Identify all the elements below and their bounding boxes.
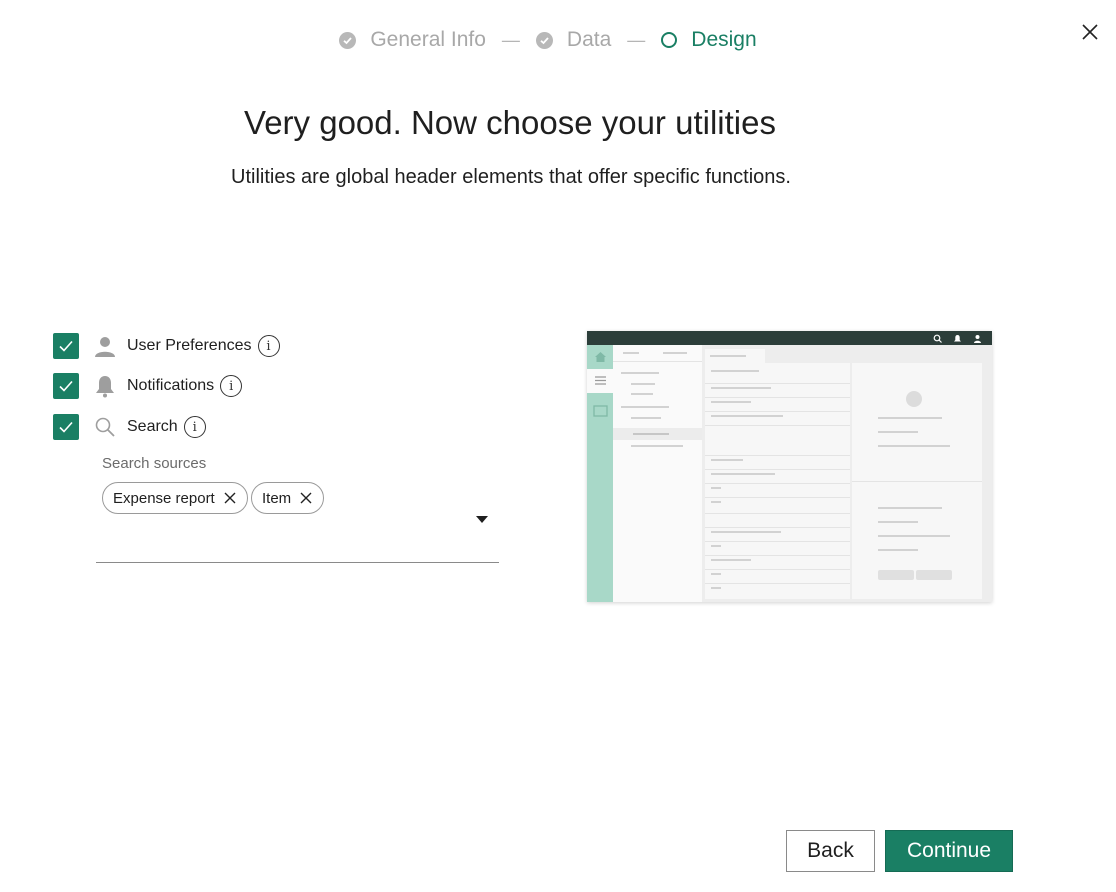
utility-notifications: Notifications i — [53, 373, 243, 399]
back-button[interactable]: Back — [786, 830, 875, 872]
search-sources-label: Search sources — [102, 455, 207, 472]
info-icon[interactable]: i — [183, 416, 206, 438]
utility-label: Notifications — [127, 377, 215, 394]
search-checkbox[interactable] — [53, 414, 79, 440]
utility-label: User Preferences — [127, 337, 252, 354]
utility-search: Search i — [53, 414, 206, 440]
close-icon[interactable] — [223, 491, 237, 505]
preview-header-bar — [587, 331, 992, 345]
step-general-info: General Info — [339, 28, 486, 52]
notifications-checkbox[interactable] — [53, 373, 79, 399]
utility-user-preferences: User Preferences i — [53, 333, 280, 359]
chip-label: Expense report — [113, 489, 215, 507]
step-separator: — — [627, 29, 646, 50]
home-icon — [595, 352, 606, 362]
page-subtitle: Utilities are global header elements tha… — [231, 166, 791, 188]
inbox-icon — [593, 405, 608, 417]
continue-button[interactable]: Continue — [885, 830, 1013, 872]
preview-list — [705, 363, 850, 599]
preview-tab — [705, 349, 765, 363]
step-label: Design — [691, 28, 757, 51]
step-separator: — — [501, 29, 520, 50]
bell-icon — [93, 374, 117, 398]
user-icon — [93, 334, 117, 358]
check-circle-icon — [339, 31, 357, 49]
chip-label: Item — [262, 489, 292, 507]
preview-navigation — [613, 345, 702, 602]
search-icon — [93, 415, 117, 439]
close-icon[interactable] — [299, 491, 313, 505]
preview-sidebar — [587, 345, 613, 602]
menu-icon — [595, 376, 606, 385]
step-label: Data — [566, 28, 612, 51]
step-label: General Info — [370, 28, 486, 51]
info-icon[interactable]: i — [220, 375, 243, 397]
wizard-stepper: General Info — Data — Design — [0, 28, 1116, 52]
header-preview-image — [587, 331, 992, 602]
info-icon[interactable]: i — [257, 335, 280, 357]
user-icon — [974, 335, 981, 343]
step-design: Design — [661, 28, 757, 52]
utility-label: Search — [127, 418, 178, 435]
chevron-down-icon[interactable] — [476, 516, 488, 523]
circle-outline-icon — [661, 32, 678, 48]
close-icon[interactable] — [1078, 20, 1102, 44]
page-title: Very good. Now choose your utilities — [244, 104, 776, 141]
chip-item: Item — [251, 482, 325, 514]
search-sources-field-underline[interactable] — [96, 562, 499, 563]
chip-expense-report: Expense report — [102, 482, 248, 514]
user-preferences-checkbox[interactable] — [53, 333, 79, 359]
step-data: Data — [535, 28, 612, 52]
search-icon — [933, 334, 942, 343]
bell-icon — [954, 335, 961, 342]
preview-detail-panel — [852, 363, 982, 599]
check-circle-icon — [535, 31, 553, 49]
